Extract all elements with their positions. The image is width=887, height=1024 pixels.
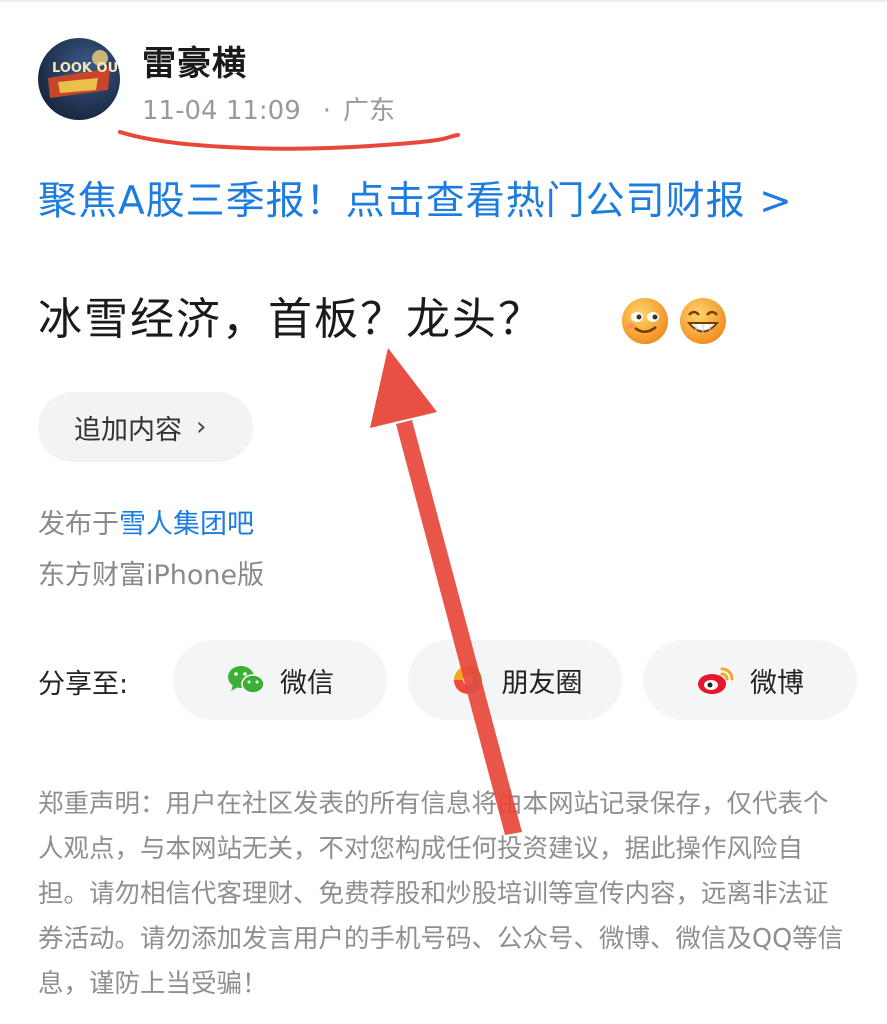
avatar-image: LOOK OUT [48, 50, 120, 98]
post-title: 冰雪经济，首板？龙头？ [38, 294, 544, 345]
wechat-icon [228, 666, 265, 694]
posted-in: 发布于雪人集团吧 [38, 502, 254, 541]
weibo-icon [698, 667, 734, 694]
posted-in-prefix: 发布于 [38, 509, 119, 540]
post-location: 广东 [343, 96, 396, 126]
append-content-button[interactable]: 追加内容 › [38, 392, 253, 462]
moments-icon [453, 666, 482, 694]
avatar-logo-text: LOOK OUT [52, 61, 120, 76]
share-weibo-label: 微博 [750, 667, 804, 699]
laugh-emoji-icon [680, 298, 726, 344]
share-wechat-button[interactable]: 微信 [173, 640, 387, 720]
grin-emoji-icon [622, 298, 668, 344]
promo-link[interactable]: 聚焦A股三季报！点击查看热门公司财报 > [38, 170, 793, 226]
post-date: 11-04 11:09 [142, 96, 301, 126]
forum-link[interactable]: 雪人集团吧 [119, 509, 254, 540]
top-divider [0, 0, 887, 2]
meta-separator: · [322, 96, 332, 126]
share-label: 分享至: [38, 669, 129, 700]
append-content-label: 追加内容 [74, 414, 182, 446]
share-moments-button[interactable]: 朋友圈 [408, 640, 622, 720]
share-moments-label: 朋友圈 [501, 667, 583, 699]
disclaimer-text: 郑重声明：用户在社区发表的所有信息将由本网站记录保存，仅代表个人观点，与本网站无… [38, 789, 844, 999]
avatar[interactable]: LOOK OUT [38, 38, 120, 120]
author-name[interactable]: 雷豪横 [142, 36, 247, 85]
share-wechat-label: 微信 [280, 667, 334, 699]
post-meta: 11-04 11:09 · 广东 [142, 90, 395, 127]
client-source: 东方财富iPhone版 [38, 560, 265, 591]
chevron-right-icon: › [196, 412, 207, 442]
share-weibo-button[interactable]: 微博 [643, 640, 857, 720]
